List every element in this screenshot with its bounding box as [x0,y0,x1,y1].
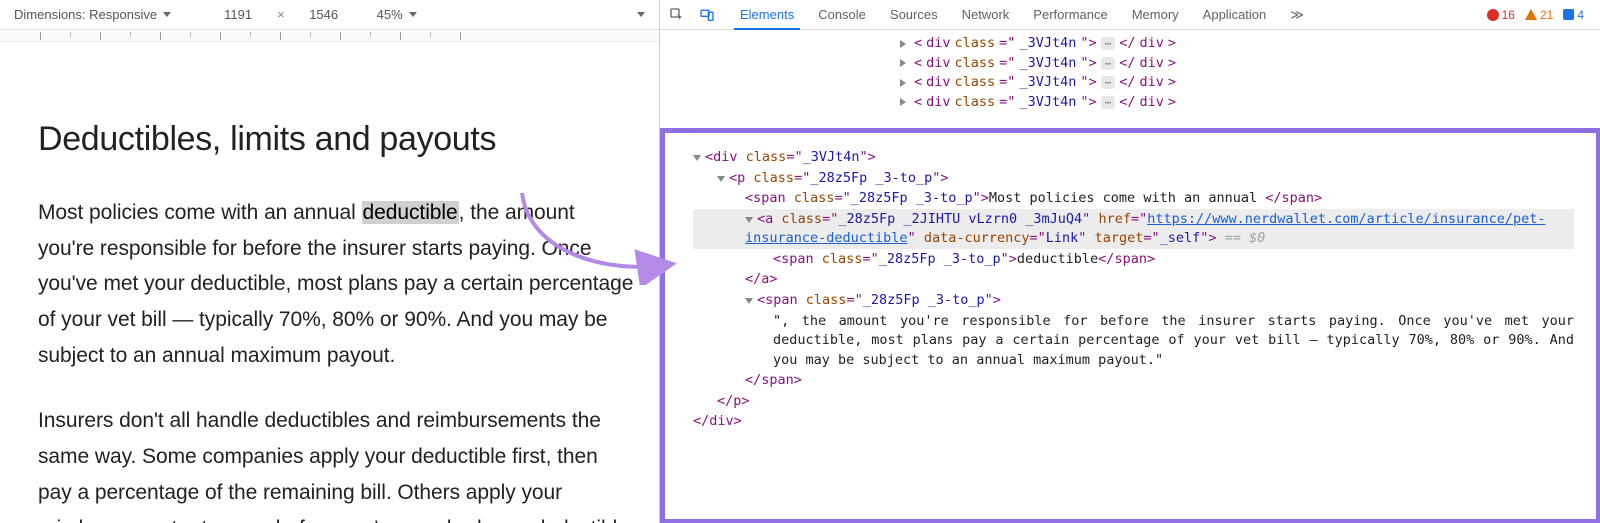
dom-row-collapsed[interactable]: <div class="_3VJt4n">⋯</div> [900,54,1600,74]
warning-count[interactable]: 21 [1525,8,1553,22]
dom-row[interactable]: <span class="_28z5Fp _3-to_p">Most polic… [693,188,1574,209]
chevron-down-icon [409,12,417,17]
tab-elements[interactable]: Elements [728,0,806,30]
dom-row-collapsed[interactable]: <div class="_3VJt4n">⋯</div> [900,34,1600,54]
device-mode-icon[interactable] [698,6,716,24]
error-icon [1487,9,1499,21]
page-preview: Deductibles, limits and payouts Most pol… [0,42,659,523]
dom-row-collapsed[interactable]: <div class="_3VJt4n">⋯</div> [900,73,1600,93]
width-input[interactable] [213,7,263,22]
issue-count[interactable]: 4 [1563,8,1584,22]
device-toolbar: Dimensions: Responsive × 45% [0,0,659,30]
zoom-dropdown[interactable]: 45% [377,7,417,22]
devtools-pane: Elements Console Sources Network Perform… [660,0,1600,523]
dom-row[interactable]: </p> [693,391,1574,412]
devtools-status: 16 21 4 [1487,8,1592,22]
p1-text-after: , the amount you're responsible for befo… [38,201,633,367]
tab-memory[interactable]: Memory [1120,0,1191,30]
dom-row[interactable]: </a> [693,269,1574,290]
tab-console[interactable]: Console [806,0,878,30]
tab-network[interactable]: Network [950,0,1022,30]
times-separator: × [273,7,289,22]
root: Dimensions: Responsive × 45% Deductibles… [0,0,1600,523]
tab-sources[interactable]: Sources [878,0,950,30]
toggle-icon[interactable] [900,98,906,106]
dom-tree[interactable]: <div class="_3VJt4n">⋯</div> <div class=… [660,30,1600,523]
p1-text-before: Most policies come with an annual [38,201,362,224]
dimensions-label: Dimensions: Responsive [14,7,157,22]
tab-application[interactable]: Application [1191,0,1279,30]
chevron-down-icon [163,12,171,17]
warning-icon [1525,9,1537,20]
toggle-icon[interactable] [693,155,701,161]
dom-row[interactable]: <span class="_28z5Fp _3-to_p">deductible… [693,249,1574,270]
toggle-icon[interactable] [900,40,906,48]
toggle-icon[interactable] [900,79,906,87]
dom-text-node[interactable]: ", the amount you're responsible for bef… [693,311,1574,371]
toggle-icon[interactable] [900,59,906,67]
toggle-icon[interactable] [717,176,725,182]
toggle-icon[interactable] [745,298,753,304]
dom-row[interactable]: <div class="_3VJt4n"> [693,147,1574,168]
deductible-link[interactable]: deductible [362,201,459,224]
dom-row[interactable]: <span class="_28z5Fp _3-to_p"> [693,290,1574,311]
article-paragraph-2: Insurers don't all handle deductibles an… [38,403,635,523]
dom-row[interactable]: <p class="_28z5Fp _3-to_p"> [693,168,1574,189]
error-count[interactable]: 16 [1487,8,1515,22]
article-paragraph-1: Most policies come with an annual deduct… [38,195,635,373]
tabs-overflow-icon[interactable]: ≫ [1284,7,1310,23]
height-input[interactable] [299,7,349,22]
console-ref: == $0 [1217,230,1266,246]
toggle-icon[interactable] [745,217,753,223]
dom-row[interactable]: </div> [693,411,1574,432]
zoom-value: 45% [377,7,403,22]
extra-dropdown[interactable] [637,12,645,17]
highlighted-dom-block: <div class="_3VJt4n"> <p class="_28z5Fp … [660,128,1600,523]
article-heading: Deductibles, limits and payouts [38,120,635,159]
dom-row-collapsed[interactable]: <div class="_3VJt4n">⋯</div> [900,93,1600,113]
viewport-pane: Dimensions: Responsive × 45% Deductibles… [0,0,660,523]
dom-row[interactable]: </span> [693,370,1574,391]
chevron-down-icon [637,12,645,17]
dimensions-dropdown[interactable]: Dimensions: Responsive [14,7,171,22]
ruler [0,30,659,42]
dom-row-selected[interactable]: <a class="_28z5Fp _2JIHTU vLzrn0 _3mJuQ4… [693,209,1574,249]
issue-icon [1563,9,1574,20]
collapsed-siblings: <div class="_3VJt4n">⋯</div> <div class=… [900,34,1600,112]
devtools-tabbar: Elements Console Sources Network Perform… [660,0,1600,30]
inspect-icon[interactable] [668,6,686,24]
tab-performance[interactable]: Performance [1021,0,1119,30]
